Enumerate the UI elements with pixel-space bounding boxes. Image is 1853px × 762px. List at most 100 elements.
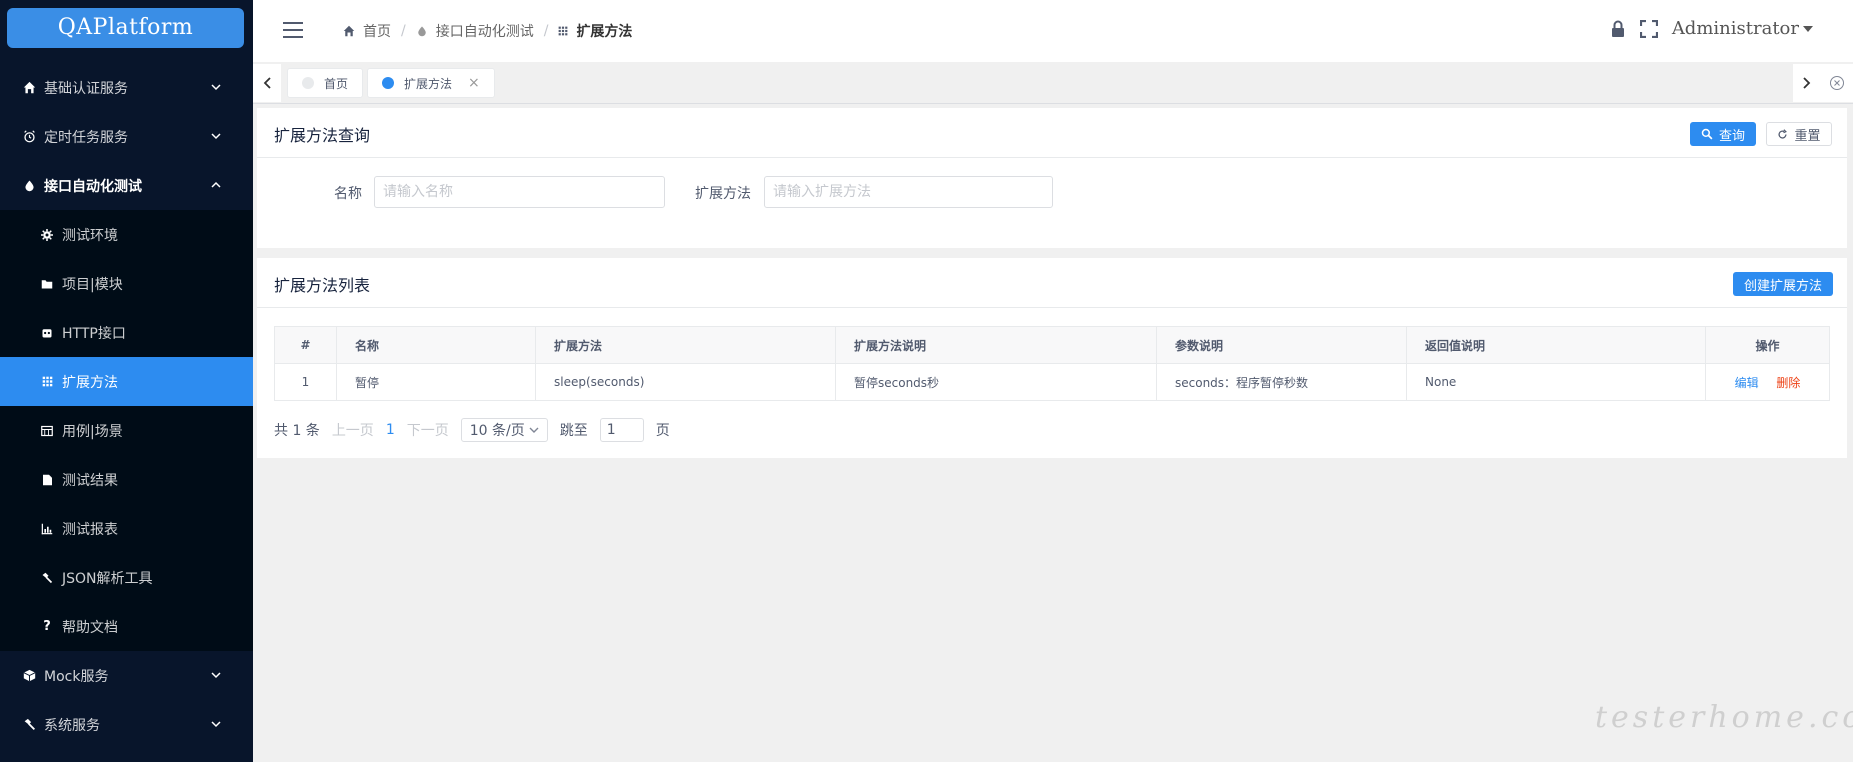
sidebar-item-mock[interactable]: Mock服务	[0, 651, 253, 700]
edit-link[interactable]: 编辑	[1735, 376, 1759, 390]
query-card-header: 扩展方法查询 查询 重置	[257, 108, 1847, 158]
drop-icon	[417, 26, 426, 37]
chevron-down-icon	[211, 721, 221, 728]
sidebar-item-project[interactable]: 项目|模块	[0, 259, 253, 308]
name-label: 名称	[334, 186, 362, 202]
cell-params: seconds：程序暂停秒数	[1156, 363, 1407, 401]
jump-input[interactable]: 1	[599, 418, 644, 442]
tag-ext-method[interactable]: 扩展方法 ×	[367, 68, 495, 98]
sidebar-item-label: 测试结果	[62, 472, 118, 489]
sidebar-item-system[interactable]: 系统服务	[0, 700, 253, 749]
tag-home[interactable]: 首页	[287, 68, 364, 98]
list-title: 扩展方法列表	[274, 276, 371, 295]
hammer-icon	[22, 718, 36, 732]
total-count: 共 1 条	[274, 423, 320, 439]
folder-icon	[40, 277, 54, 291]
tag-label: 首页	[324, 76, 349, 91]
sidebar-item-label: 帮助文档	[62, 619, 118, 636]
sidebar-menu: 基础认证服务 定时任务服务 接口自动化测试 测试环境 项目|模块 HTTP接口 …	[0, 63, 253, 749]
sidebar-item-help[interactable]: ? 帮助文档	[0, 602, 253, 651]
page-number[interactable]: 1	[386, 422, 395, 438]
sidebar-item-api-automation[interactable]: 接口自动化测试	[0, 161, 253, 210]
sidebar-item-label: JSON解析工具	[62, 570, 153, 587]
reset-button[interactable]: 重置	[1766, 122, 1832, 146]
top-header: 首页 / 接口自动化测试 / 扩展方法 Administrator	[253, 0, 1853, 62]
next-page[interactable]: 下一页	[407, 420, 449, 440]
tags-scroll-right[interactable]	[1793, 64, 1821, 102]
name-input[interactable]	[374, 176, 665, 208]
reset-button-label: 重置	[1794, 128, 1821, 144]
sidebar-item-test-env[interactable]: 测试环境	[0, 210, 253, 259]
cell-actions: 编辑 删除	[1705, 363, 1830, 401]
sidebar-item-http[interactable]: HTTP接口	[0, 308, 253, 357]
alarm-icon	[22, 130, 36, 144]
grid-icon	[559, 26, 568, 36]
col-method: 扩展方法	[535, 326, 836, 364]
sidebar: QAPlatform 基础认证服务 定时任务服务 接口自动化测试 测试环境 项目…	[0, 0, 253, 762]
breadcrumb-home[interactable]: 首页	[343, 21, 391, 41]
create-method-button[interactable]: 创建扩展方法	[1733, 272, 1833, 296]
calendar-icon	[40, 424, 54, 438]
refresh-icon	[1778, 128, 1788, 139]
query-title: 扩展方法查询	[274, 126, 371, 145]
close-icon[interactable]: ×	[468, 75, 480, 91]
sidebar-item-reports[interactable]: 测试报表	[0, 504, 253, 553]
table-row: 1 暂停 sleep(seconds) 暂停seconds秒 seconds：程…	[274, 363, 1830, 401]
cell-name: 暂停	[336, 363, 536, 401]
hammer-icon	[40, 571, 54, 585]
submenu-api-automation: 测试环境 项目|模块 HTTP接口 扩展方法 用例|场景 测试结果 测试报表 J…	[0, 210, 253, 651]
fullscreen-icon[interactable]	[1639, 19, 1658, 38]
col-return: 返回值说明	[1406, 326, 1706, 364]
caret-down-icon[interactable]	[1803, 25, 1813, 33]
cell-method: sleep(seconds)	[535, 363, 836, 401]
sidebar-item-auth[interactable]: 基础认证服务	[0, 63, 253, 112]
breadcrumb-label: 扩展方法	[576, 24, 633, 40]
drop-icon	[22, 179, 36, 193]
chevron-down-icon	[211, 672, 221, 679]
chevron-down-icon	[529, 427, 539, 433]
sidebar-item-schedule[interactable]: 定时任务服务	[0, 112, 253, 161]
sidebar-item-label: 测试报表	[62, 521, 118, 538]
chevron-down-icon	[211, 133, 221, 140]
sidebar-item-label: 定时任务服务	[44, 129, 128, 146]
tags-scroll-left[interactable]	[253, 64, 281, 102]
robot-icon	[40, 326, 54, 340]
tags-list: 首页 扩展方法 ×	[281, 64, 1793, 102]
search-icon	[1701, 128, 1713, 140]
header-actions: Administrator	[1610, 18, 1813, 39]
grid-icon	[40, 375, 54, 389]
gear-icon	[40, 228, 54, 242]
question-icon: ?	[43, 619, 51, 634]
sidebar-item-json-tool[interactable]: JSON解析工具	[0, 553, 253, 602]
bar-chart-icon	[40, 522, 54, 536]
delete-link[interactable]: 删除	[1776, 376, 1800, 390]
sidebar-item-label: 扩展方法	[62, 374, 118, 391]
user-menu[interactable]: Administrator	[1672, 18, 1799, 39]
lock-icon[interactable]	[1610, 20, 1626, 38]
breadcrumb-api-automation[interactable]: 接口自动化测试	[416, 21, 534, 41]
page-size-select[interactable]: 10 条/页	[460, 418, 548, 442]
watermark: testerhome.com	[1595, 700, 1853, 735]
col-params: 参数说明	[1156, 326, 1407, 364]
prev-page[interactable]: 上一页	[332, 420, 374, 440]
chevron-left-icon	[263, 77, 271, 89]
breadcrumb-label: 接口自动化测试	[435, 24, 534, 40]
cell-return: None	[1406, 363, 1706, 401]
methods-table: # 名称 扩展方法 扩展方法说明 参数说明 返回值说明 操作 1 暂停 slee…	[274, 326, 1830, 401]
sidebar-item-results[interactable]: 测试结果	[0, 455, 253, 504]
col-actions: 操作	[1705, 326, 1830, 364]
cube-icon	[22, 669, 36, 683]
app-logo[interactable]: QAPlatform	[7, 8, 244, 48]
sidebar-item-label: 测试环境	[62, 227, 118, 244]
method-input[interactable]	[764, 176, 1053, 208]
sidebar-item-cases[interactable]: 用例|场景	[0, 406, 253, 455]
search-button[interactable]: 查询	[1690, 122, 1756, 146]
query-card: 扩展方法查询 查询 重置 名称 扩展方法	[257, 108, 1847, 248]
menu-toggle-icon[interactable]	[283, 22, 303, 38]
home-icon	[22, 81, 36, 95]
sidebar-item-ext-method[interactable]: 扩展方法	[0, 357, 253, 406]
tag-label: 扩展方法	[404, 76, 453, 91]
sidebar-item-label: Mock服务	[44, 668, 109, 685]
breadcrumb-separator: /	[543, 23, 549, 39]
close-all-tags[interactable]	[1821, 64, 1853, 102]
